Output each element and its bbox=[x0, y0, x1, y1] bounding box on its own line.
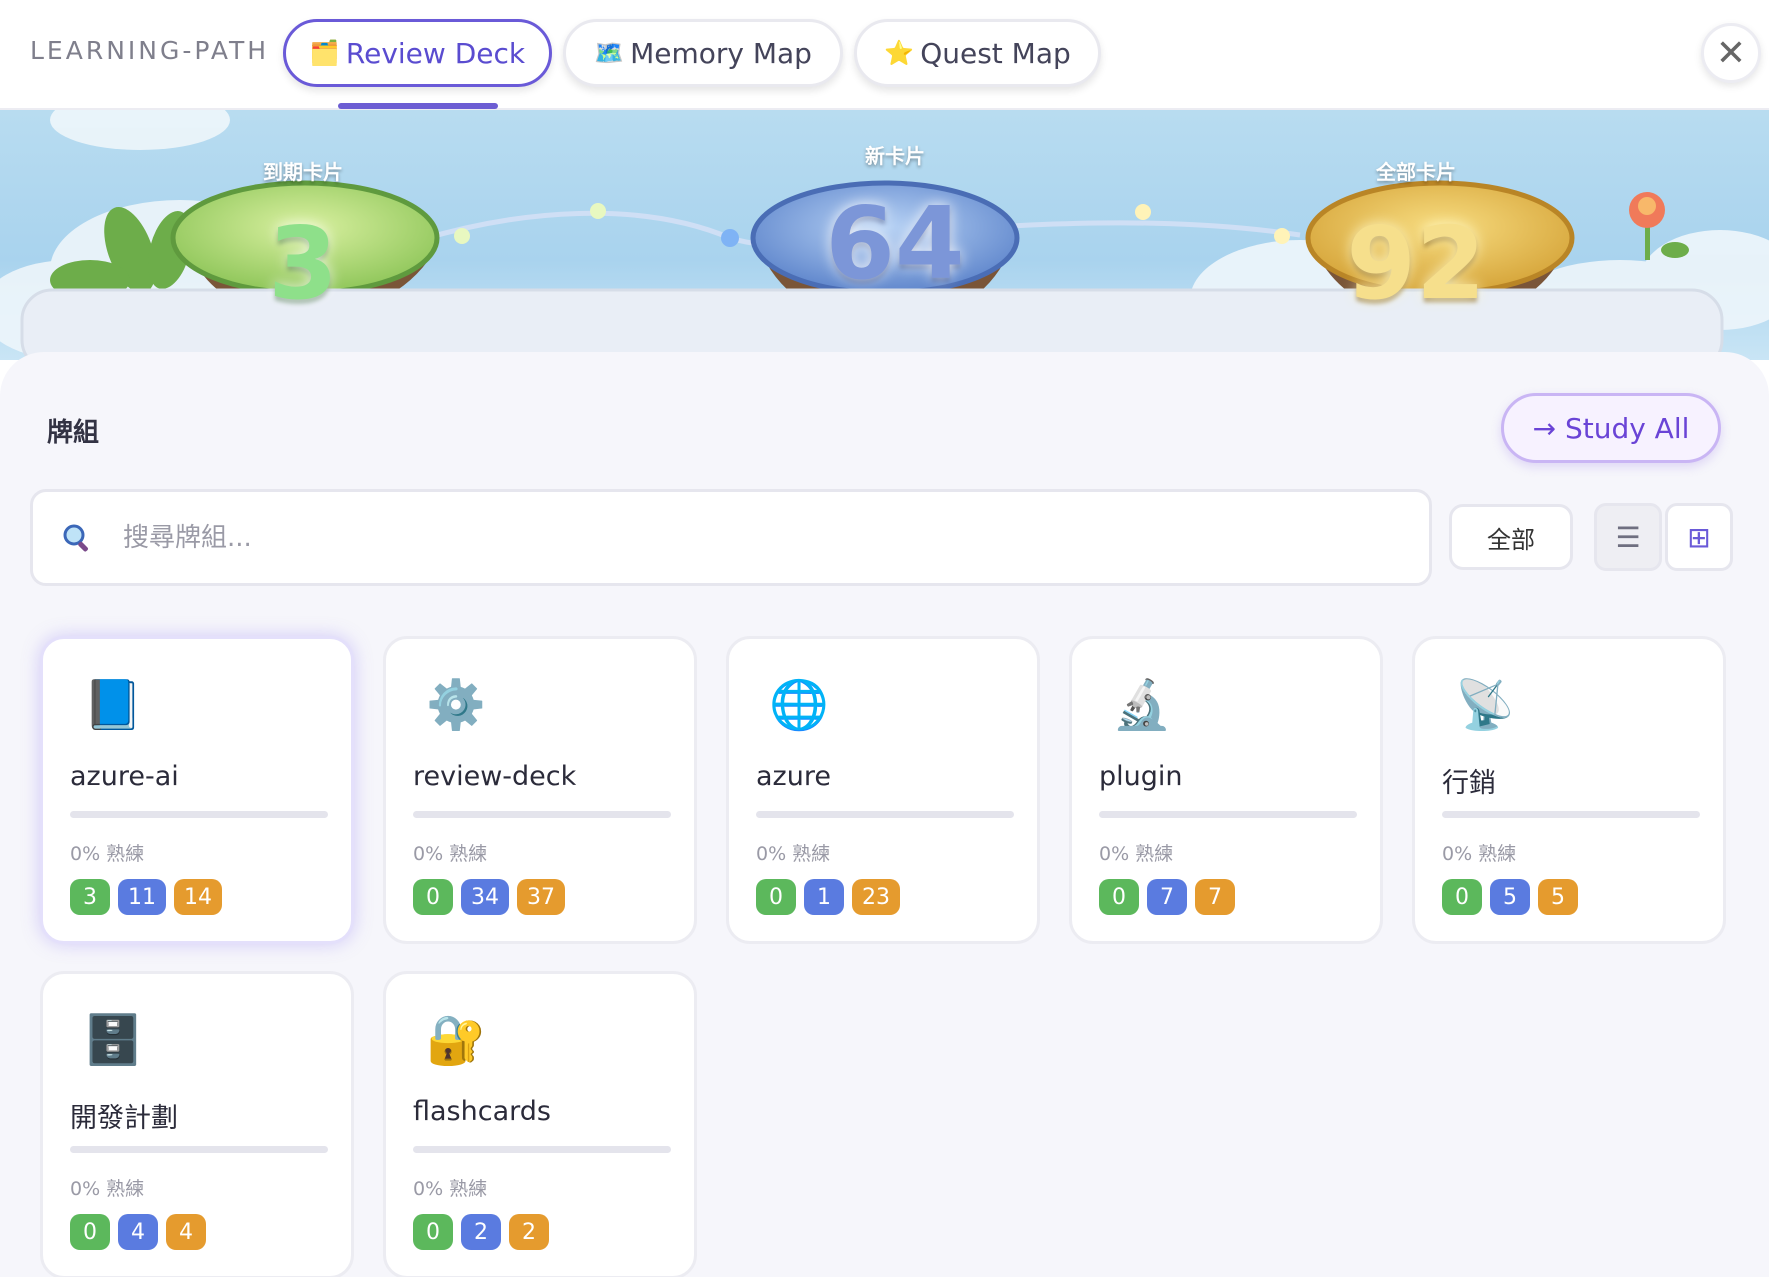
active-tab-indicator bbox=[338, 103, 498, 109]
tab-label: Quest Map bbox=[920, 36, 1071, 70]
new-cards-count: 64 bbox=[825, 185, 965, 302]
due-count-badge: 0 bbox=[1099, 879, 1139, 915]
due-count-badge: 0 bbox=[413, 1214, 453, 1250]
mastery-progress-bar bbox=[1442, 811, 1700, 818]
map-icon: 🗺️ bbox=[594, 39, 624, 67]
new-count-badge: 34 bbox=[461, 879, 509, 915]
search-icon bbox=[63, 524, 88, 552]
card-count-badges: 0 2 2 bbox=[413, 1214, 549, 1250]
due-count-badge: 3 bbox=[70, 879, 110, 915]
search-box[interactable] bbox=[30, 489, 1432, 586]
mastery-progress-bar bbox=[1099, 811, 1357, 818]
deck-card-review-deck[interactable]: ⚙️ review-deck 0% 熟練 0 34 37 bbox=[383, 636, 697, 944]
mastery-progress-bar bbox=[70, 1146, 328, 1153]
stats-hero: 到期卡片 3 新卡片 64 全部卡片 92 bbox=[0, 110, 1769, 360]
list-icon: ☰ bbox=[1615, 520, 1641, 554]
file-cabinet-icon: 🗄️ bbox=[83, 1012, 143, 1068]
tab-label: Memory Map bbox=[630, 36, 812, 70]
new-count-badge: 2 bbox=[461, 1214, 501, 1250]
grid-icon: ⊞ bbox=[1687, 520, 1711, 554]
card-count-badges: 0 4 4 bbox=[70, 1214, 206, 1250]
deck-title: azure bbox=[756, 761, 831, 792]
mastery-text: 0% 熟練 bbox=[1442, 843, 1517, 865]
tab-review-deck[interactable]: 🗂️ Review Deck bbox=[283, 19, 552, 87]
due-count-badge: 0 bbox=[756, 879, 796, 915]
mastery-progress-bar bbox=[756, 811, 1014, 818]
app-brand: LEARNING-PATH bbox=[30, 36, 270, 65]
deck-title: 行銷 bbox=[1442, 768, 1496, 799]
list-view-button[interactable]: ☰ bbox=[1594, 503, 1662, 571]
satellite-dish-icon: 📡 bbox=[1455, 677, 1515, 733]
close-icon: ✕ bbox=[1715, 32, 1747, 74]
total-cards-label: 全部卡片 bbox=[1376, 160, 1456, 184]
new-count-badge: 5 bbox=[1490, 879, 1530, 915]
card-count-badges: 0 5 5 bbox=[1442, 879, 1578, 915]
tab-label: Review Deck bbox=[345, 36, 526, 70]
deck-card-azure-ai[interactable]: 📘 azure-ai 0% 熟練 3 11 14 bbox=[40, 636, 354, 944]
mastery-text: 0% 熟練 bbox=[1099, 843, 1174, 865]
total-cards-count: 92 bbox=[1346, 205, 1486, 322]
mastery-progress-bar bbox=[70, 811, 328, 818]
deck-title: azure-ai bbox=[70, 761, 179, 792]
book-icon: 📘 bbox=[83, 677, 143, 733]
deck-card-dev-plan[interactable]: 🗄️ 開發計劃 0% 熟練 0 4 4 bbox=[40, 971, 354, 1277]
gear-icon: ⚙️ bbox=[426, 677, 486, 733]
mastery-text: 0% 熟練 bbox=[756, 843, 831, 865]
deck-title: 開發計劃 bbox=[70, 1103, 178, 1134]
mastery-progress-bar bbox=[413, 811, 671, 818]
new-count-badge: 4 bbox=[118, 1214, 158, 1250]
total-count-badge: 14 bbox=[174, 879, 222, 915]
total-count-badge: 7 bbox=[1195, 879, 1235, 915]
total-count-badge: 2 bbox=[509, 1214, 549, 1250]
card-index-dividers-icon: 🗂️ bbox=[309, 39, 340, 67]
card-count-badges: 0 34 37 bbox=[413, 879, 565, 915]
due-count-badge: 0 bbox=[70, 1214, 110, 1250]
top-bar: LEARNING-PATH 🗂️ Review Deck 🗺️ Memory M… bbox=[0, 0, 1769, 110]
due-count-badge: 0 bbox=[413, 879, 453, 915]
mastery-text: 0% 熟練 bbox=[413, 843, 488, 865]
total-count-badge: 4 bbox=[166, 1214, 206, 1250]
tab-memory-map[interactable]: 🗺️ Memory Map bbox=[563, 19, 843, 87]
deck-section-title: 牌組 bbox=[47, 418, 100, 448]
filter-dropdown[interactable]: 全部 bbox=[1449, 504, 1573, 570]
mastery-text: 0% 熟練 bbox=[70, 843, 145, 865]
deck-card-flashcards[interactable]: 🔐 flashcards 0% 熟練 0 2 2 bbox=[383, 971, 697, 1277]
grid-view-button[interactable]: ⊞ bbox=[1665, 503, 1733, 571]
study-all-button[interactable]: → Study All bbox=[1501, 393, 1721, 463]
mastery-text: 0% 熟練 bbox=[70, 1178, 145, 1200]
deck-card-plugin[interactable]: 🔬 plugin 0% 熟練 0 7 7 bbox=[1069, 636, 1383, 944]
total-count-badge: 23 bbox=[852, 879, 900, 915]
locked-with-key-icon: 🔐 bbox=[426, 1012, 486, 1068]
total-count-badge: 37 bbox=[517, 879, 565, 915]
new-count-badge: 11 bbox=[118, 879, 166, 915]
star-icon: ⭐ bbox=[884, 39, 915, 67]
new-cards-label: 新卡片 bbox=[865, 144, 925, 168]
due-cards-count: 3 bbox=[268, 205, 338, 322]
card-count-badges: 0 7 7 bbox=[1099, 879, 1235, 915]
due-cards-label: 到期卡片 bbox=[263, 160, 343, 184]
tab-quest-map[interactable]: ⭐ Quest Map bbox=[854, 19, 1101, 87]
new-count-badge: 1 bbox=[804, 879, 844, 915]
deck-card-marketing[interactable]: 📡 行銷 0% 熟練 0 5 5 bbox=[1412, 636, 1726, 944]
deck-title: flashcards bbox=[413, 1096, 551, 1127]
close-button[interactable]: ✕ bbox=[1701, 23, 1761, 83]
microscope-icon: 🔬 bbox=[1112, 677, 1172, 733]
deck-card-azure[interactable]: 🌐 azure 0% 熟練 0 1 23 bbox=[726, 636, 1040, 944]
deck-title: review-deck bbox=[413, 761, 577, 792]
globe-icon: 🌐 bbox=[769, 677, 829, 733]
card-count-badges: 3 11 14 bbox=[70, 879, 222, 915]
new-count-badge: 7 bbox=[1147, 879, 1187, 915]
mastery-text: 0% 熟練 bbox=[413, 1178, 488, 1200]
due-count-badge: 0 bbox=[1442, 879, 1482, 915]
card-count-badges: 0 1 23 bbox=[756, 879, 900, 915]
deck-title: plugin bbox=[1099, 761, 1183, 792]
search-input[interactable] bbox=[123, 512, 1403, 564]
mastery-progress-bar bbox=[413, 1146, 671, 1153]
total-count-badge: 5 bbox=[1538, 879, 1578, 915]
